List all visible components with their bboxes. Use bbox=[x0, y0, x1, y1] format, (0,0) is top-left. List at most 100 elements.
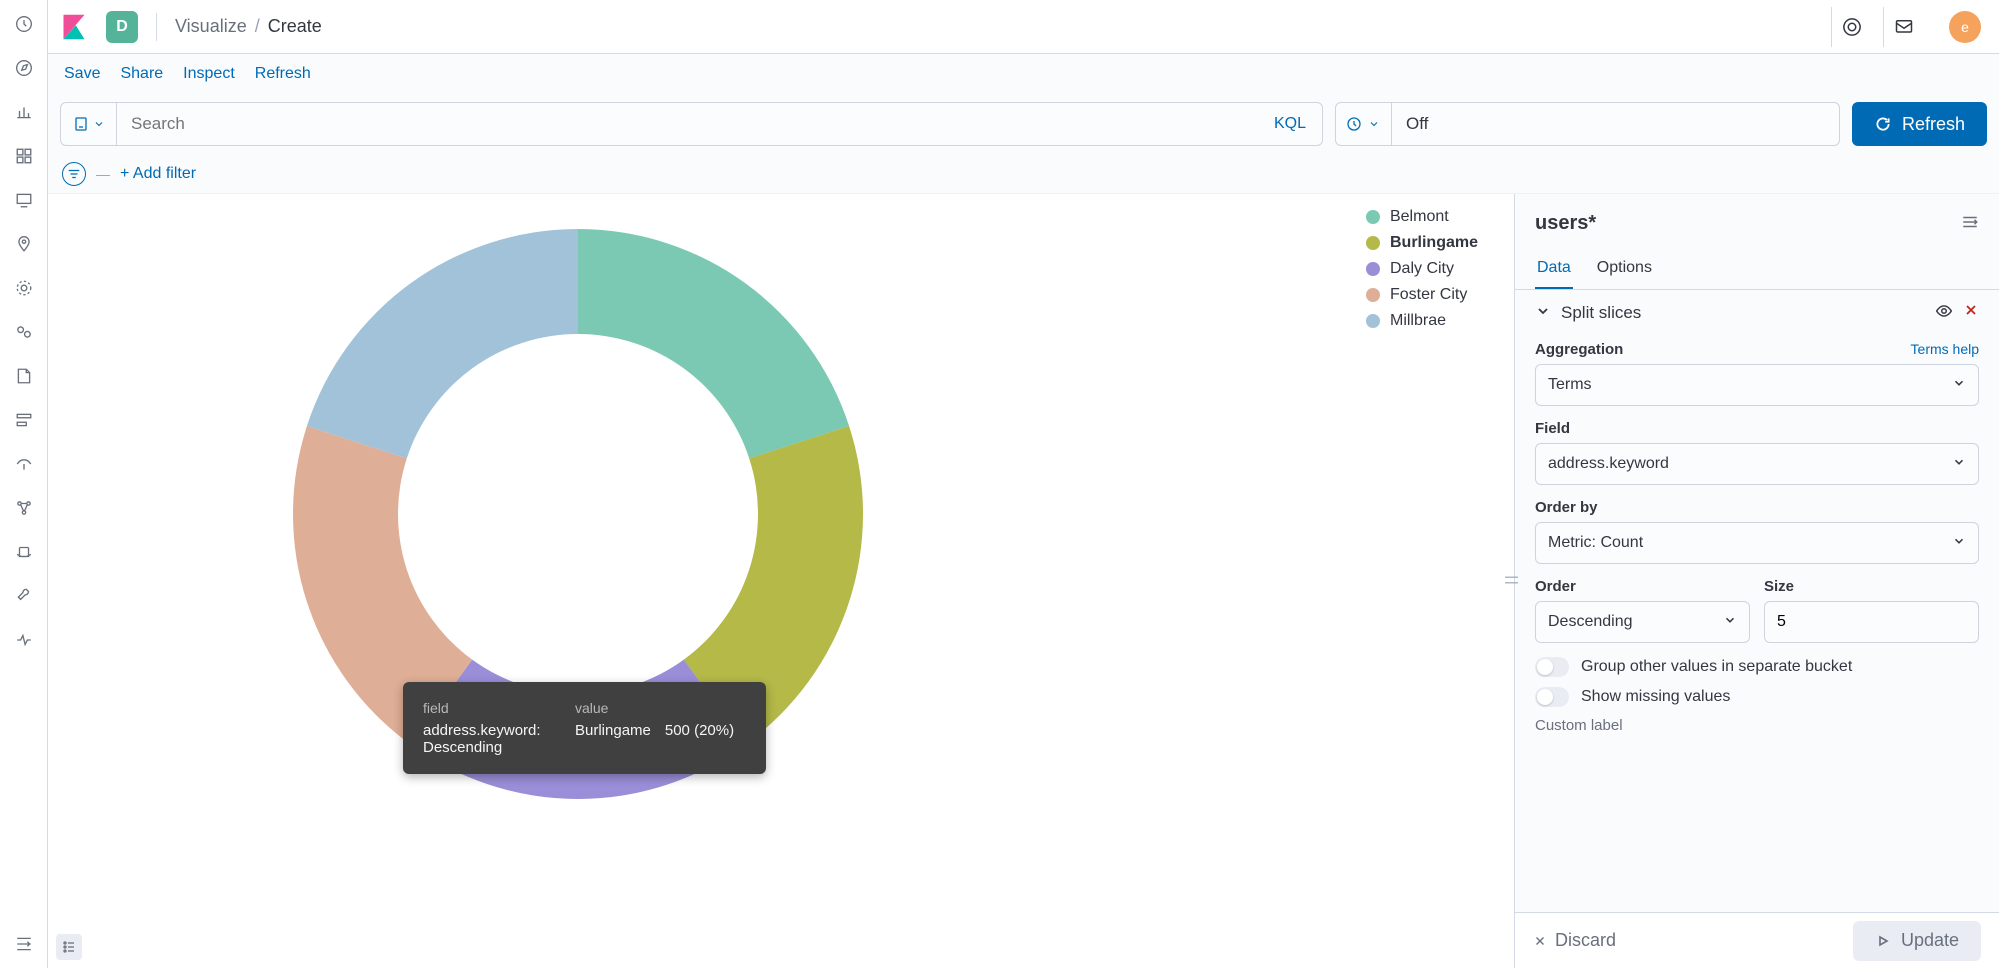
siem-icon[interactable] bbox=[8, 492, 40, 524]
uptime-icon[interactable] bbox=[8, 448, 40, 480]
subnav-refresh[interactable]: Refresh bbox=[255, 65, 311, 83]
time-picker[interactable]: Off bbox=[1335, 102, 1840, 146]
size-label: Size bbox=[1764, 578, 1979, 595]
legend-label: Foster City bbox=[1390, 286, 1467, 304]
chevron-down-icon bbox=[1952, 534, 1966, 553]
dashboard-icon[interactable] bbox=[8, 140, 40, 172]
logs-icon[interactable] bbox=[8, 360, 40, 392]
orderby-label: Order by bbox=[1535, 499, 1979, 516]
aggregation-label: Aggregation bbox=[1535, 341, 1623, 358]
saved-query-button[interactable] bbox=[61, 103, 117, 145]
help-icon[interactable] bbox=[1831, 7, 1871, 47]
orderby-select[interactable]: Metric: Count bbox=[1535, 522, 1979, 564]
legend-label: Millbrae bbox=[1390, 312, 1446, 330]
legend-label: Burlingame bbox=[1390, 234, 1478, 252]
ml-icon[interactable] bbox=[8, 272, 40, 304]
panel-footer: Discard Update bbox=[1515, 912, 1999, 968]
top-header: D Visualize / Create e bbox=[48, 0, 1999, 54]
panel-header: users* bbox=[1515, 194, 1999, 235]
nav-rail bbox=[0, 0, 48, 968]
panel-tabs: Data Options bbox=[1515, 249, 1999, 290]
discard-label: Discard bbox=[1555, 930, 1616, 951]
tooltip-head-value: value bbox=[575, 698, 663, 718]
refresh-button[interactable]: Refresh bbox=[1852, 102, 1987, 146]
field-row: Field address.keyword bbox=[1535, 420, 1979, 485]
filter-options-icon[interactable] bbox=[62, 162, 86, 186]
filter-divider: — bbox=[96, 166, 110, 182]
discard-button[interactable]: Discard bbox=[1533, 930, 1616, 951]
field-select[interactable]: address.keyword bbox=[1535, 443, 1979, 485]
legend-item-fostercity[interactable]: Foster City bbox=[1366, 286, 1478, 304]
kibana-logo-icon[interactable] bbox=[58, 11, 90, 43]
tooltip-field: address.keyword: Descending bbox=[423, 720, 573, 758]
order-label: Order bbox=[1535, 578, 1750, 595]
newsfeed-icon[interactable] bbox=[1883, 7, 1923, 47]
maps-icon[interactable] bbox=[8, 228, 40, 260]
subnav-inspect[interactable]: Inspect bbox=[183, 65, 235, 83]
visualize-icon[interactable] bbox=[8, 96, 40, 128]
tooltip-value-name: Burlingame bbox=[575, 720, 663, 758]
group-other-toggle-row: Group other values in separate bucket bbox=[1535, 657, 1979, 677]
tooltip-value-detail: 500 (20%) bbox=[665, 720, 746, 758]
legend-item-millbrae[interactable]: Millbrae bbox=[1366, 312, 1478, 330]
chart-tooltip: field value address.keyword: Descending … bbox=[403, 682, 766, 774]
subnav-share[interactable]: Share bbox=[120, 65, 163, 83]
legend-item-belmont[interactable]: Belmont bbox=[1366, 208, 1478, 226]
remove-bucket-icon[interactable] bbox=[1963, 302, 1979, 323]
search-input[interactable] bbox=[117, 114, 1258, 134]
visualization-area: Belmont Burlingame Daly City Foster City bbox=[48, 194, 1514, 968]
legend-label: Belmont bbox=[1390, 208, 1449, 226]
update-button[interactable]: Update bbox=[1853, 921, 1981, 961]
monitoring-icon[interactable] bbox=[8, 624, 40, 656]
aggregation-value: Terms bbox=[1548, 376, 1952, 394]
collapse-icon[interactable] bbox=[8, 928, 40, 960]
legend-item-burlingame[interactable]: Burlingame bbox=[1366, 234, 1478, 252]
main-column: D Visualize / Create e Save Share Inspec… bbox=[48, 0, 1999, 968]
user-avatar[interactable]: e bbox=[1949, 11, 1981, 43]
canvas-icon[interactable] bbox=[8, 184, 40, 216]
order-select[interactable]: Descending bbox=[1535, 601, 1750, 643]
terms-help-link[interactable]: Terms help bbox=[1911, 341, 1979, 357]
tooltip-head-field: field bbox=[423, 698, 573, 718]
metrics-icon[interactable] bbox=[8, 316, 40, 348]
query-row: KQL Off Refresh bbox=[48, 94, 1999, 154]
legend-dot-icon bbox=[1366, 210, 1380, 224]
show-missing-label: Show missing values bbox=[1581, 688, 1730, 706]
apm-icon[interactable] bbox=[8, 404, 40, 436]
field-label: Field bbox=[1535, 420, 1979, 437]
bucket-title: Split slices bbox=[1561, 303, 1925, 323]
stack-icon[interactable] bbox=[8, 536, 40, 568]
bucket-section-head: Split slices bbox=[1535, 290, 1979, 335]
chevron-down-icon bbox=[1723, 613, 1737, 632]
discover-icon[interactable] bbox=[8, 52, 40, 84]
header-separator bbox=[156, 13, 157, 41]
breadcrumb-separator: / bbox=[255, 16, 260, 37]
chevron-down-icon[interactable] bbox=[1535, 303, 1551, 322]
space-selector[interactable]: D bbox=[106, 11, 138, 43]
resize-handle[interactable]: || bbox=[1505, 575, 1521, 586]
recent-icon[interactable] bbox=[8, 8, 40, 40]
body-split: Belmont Burlingame Daly City Foster City bbox=[48, 194, 1999, 968]
group-other-switch[interactable] bbox=[1535, 657, 1569, 677]
size-input[interactable] bbox=[1764, 601, 1979, 643]
query-box: KQL bbox=[60, 102, 1323, 146]
legend-item-dalycity[interactable]: Daly City bbox=[1366, 260, 1478, 278]
collapse-panel-icon[interactable] bbox=[1961, 213, 1979, 234]
add-filter-link[interactable]: + Add filter bbox=[120, 165, 196, 183]
kql-toggle[interactable]: KQL bbox=[1258, 115, 1322, 133]
tab-options[interactable]: Options bbox=[1595, 249, 1654, 289]
legend-dot-icon bbox=[1366, 262, 1380, 276]
time-quick-select[interactable] bbox=[1336, 103, 1392, 145]
chart-legend: Belmont Burlingame Daly City Foster City bbox=[1366, 208, 1478, 330]
refresh-button-label: Refresh bbox=[1902, 114, 1965, 135]
legend-toggle-icon[interactable] bbox=[56, 934, 82, 960]
devtools-icon[interactable] bbox=[8, 580, 40, 612]
show-missing-switch[interactable] bbox=[1535, 687, 1569, 707]
aggregation-select[interactable]: Terms bbox=[1535, 364, 1979, 406]
legend-label: Daly City bbox=[1390, 260, 1454, 278]
toggle-visibility-icon[interactable] bbox=[1935, 302, 1953, 323]
breadcrumb-root[interactable]: Visualize bbox=[175, 16, 247, 37]
tab-data[interactable]: Data bbox=[1535, 249, 1573, 289]
subnav-save[interactable]: Save bbox=[64, 65, 100, 83]
group-other-label: Group other values in separate bucket bbox=[1581, 658, 1852, 676]
